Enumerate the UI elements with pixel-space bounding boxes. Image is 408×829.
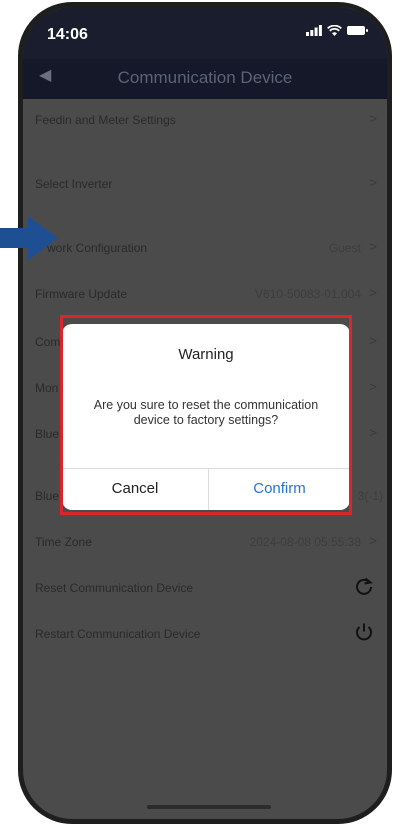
list-item-firmware-update[interactable]: Firmware Update V610-50083-01.004 > [23, 279, 387, 309]
list-item-label: Restart Communication Device [35, 627, 201, 641]
chevron-right-icon: > [369, 175, 377, 190]
power-icon[interactable] [353, 621, 375, 643]
nav-bar: ◀ Communication Device [23, 59, 387, 99]
wifi-icon [327, 25, 342, 36]
list-item-value: 2024-08-08 05:55:38 [249, 535, 361, 549]
list-item-label: Time Zone [35, 535, 92, 549]
list-item-network-configuration[interactable]: work Configuration Guest > [23, 233, 387, 263]
status-icons [306, 25, 368, 36]
highlight-box [60, 315, 352, 515]
list-item-value: Guest [328, 241, 361, 255]
home-indicator [147, 805, 271, 809]
battery-icon [347, 26, 368, 35]
pointer-arrow-icon [0, 216, 58, 260]
list-item-label: Com [35, 335, 61, 349]
list-item-reset-device[interactable]: Reset Communication Device [23, 573, 387, 603]
signal-icon [306, 25, 322, 36]
list-item-label: Blue [35, 489, 60, 503]
chevron-right-icon: > [369, 425, 377, 440]
chevron-right-icon: > [369, 111, 377, 126]
list-item-value: 3(-1) [357, 489, 383, 503]
list-item-time-zone[interactable]: Time Zone 2024-08-08 05:55:38 > [23, 527, 387, 557]
list-item-label: Select Inverter [35, 177, 113, 191]
list-item-value: V610-50083-01.004 [254, 287, 361, 301]
chevron-right-icon: > [369, 239, 377, 254]
list-item-restart-device[interactable]: Restart Communication Device [23, 619, 387, 649]
page-title: Communication Device [117, 68, 293, 87]
status-time: 14:06 [47, 26, 88, 43]
list-item-label: Blue [35, 427, 60, 441]
list-item-label: Mon [35, 381, 59, 395]
chevron-right-icon: > [369, 333, 377, 348]
chevron-right-icon: > [369, 533, 377, 548]
list-item-label: Firmware Update [35, 287, 128, 301]
list-item-feedin[interactable]: Feedin and Meter Settings > [23, 105, 387, 135]
list-item-label: work Configuration [47, 241, 148, 255]
list-item-label: Feedin and Meter Settings [35, 113, 176, 127]
list-item-select-inverter[interactable]: Select Inverter > [23, 169, 387, 199]
chevron-right-icon: > [369, 379, 377, 394]
chevron-right-icon: > [369, 285, 377, 300]
status-bar: 14:06 [23, 7, 387, 59]
list-item-label: Reset Communication Device [35, 581, 194, 595]
reset-icon[interactable] [353, 575, 375, 597]
